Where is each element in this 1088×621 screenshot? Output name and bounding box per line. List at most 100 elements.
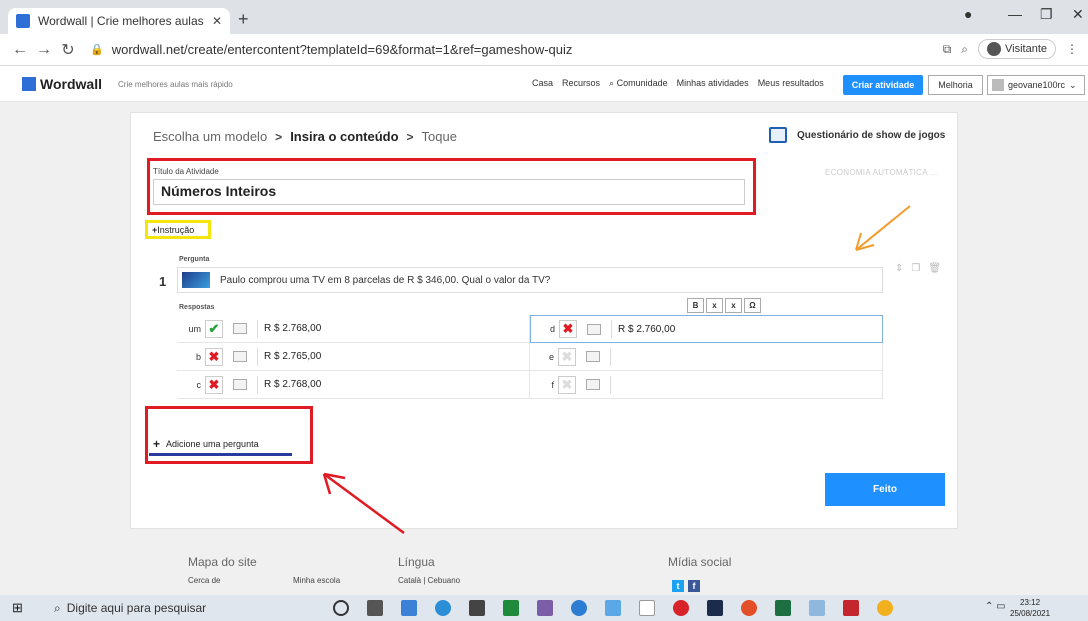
taskbar-search[interactable]: ⌕ Digite aqui para pesquisar bbox=[54, 595, 340, 621]
upgrade-button[interactable]: Melhoria bbox=[928, 75, 983, 95]
wordwall-favicon-icon bbox=[16, 14, 30, 28]
footer-sitemap-title: Mapa do site bbox=[188, 555, 257, 569]
answer-letter: e bbox=[548, 351, 554, 362]
subscript-button[interactable]: x bbox=[706, 298, 723, 313]
user-menu[interactable]: geovane100rc ⌄ bbox=[987, 75, 1085, 95]
notepad-icon[interactable] bbox=[639, 600, 655, 616]
superscript-button[interactable]: x bbox=[725, 298, 742, 313]
cross-icon[interactable]: ✖ bbox=[559, 320, 577, 338]
nav-comunidade[interactable]: ⌕ Comunidade bbox=[609, 78, 668, 89]
lock-icon: 🔒 bbox=[90, 44, 104, 56]
question-actions: ⇕ ❐ 🗑 bbox=[895, 263, 941, 274]
content-editor-card: Escolha um modelo > Insira o conteúdo > … bbox=[130, 112, 958, 529]
answers-grid: um ✔ R $ 2.768,00 b ✖ R $ 2.765,00 c ✖ R… bbox=[177, 315, 883, 399]
annotation-blue-underline bbox=[149, 453, 292, 456]
step-choose-template[interactable]: Escolha um modelo bbox=[153, 129, 267, 144]
clock-date: 25/08/2021 bbox=[1010, 609, 1051, 618]
bold-button[interactable]: B bbox=[687, 298, 704, 313]
cross-icon[interactable]: ✖ bbox=[205, 375, 223, 394]
footer-language-links[interactable]: Català | Cebuano bbox=[398, 576, 460, 585]
image-icon[interactable] bbox=[587, 323, 601, 335]
answer-row: b ✖ R $ 2.765,00 bbox=[177, 343, 530, 371]
visual-studio-icon[interactable] bbox=[537, 600, 553, 616]
windows-start-icon[interactable]: ⊞ bbox=[12, 600, 32, 616]
photoshop-icon[interactable] bbox=[707, 600, 723, 616]
template-name: Questionário de show de jogos bbox=[797, 129, 946, 141]
done-button[interactable]: Feito bbox=[825, 473, 945, 506]
app-icon[interactable] bbox=[843, 600, 859, 616]
nav-recursos[interactable]: Recursos bbox=[562, 78, 600, 89]
answer-input[interactable]: R $ 2.768,00 bbox=[264, 379, 321, 390]
chrome-icon[interactable] bbox=[877, 600, 893, 616]
cortana-icon[interactable] bbox=[333, 600, 349, 616]
question-image-thumbnail[interactable] bbox=[182, 272, 210, 288]
symbol-button[interactable]: Ω bbox=[744, 298, 761, 313]
file-explorer-icon[interactable] bbox=[401, 600, 417, 616]
twitter-icon[interactable]: t bbox=[672, 580, 684, 592]
url-field[interactable]: 🔒 wordwall.net/create/entercontent?templ… bbox=[90, 42, 572, 57]
app-icon[interactable] bbox=[809, 600, 825, 616]
restore-icon[interactable]: ❐ bbox=[1040, 6, 1053, 23]
answer-input[interactable]: R $ 2.768,00 bbox=[264, 323, 321, 334]
tray-icons[interactable]: ⌃ ▭ bbox=[985, 601, 1006, 612]
answer-input[interactable]: R $ 2.765,00 bbox=[264, 351, 321, 362]
cross-icon[interactable]: ✖ bbox=[558, 347, 576, 366]
opera-icon[interactable] bbox=[673, 600, 689, 616]
wordwall-logo[interactable]: Wordwall bbox=[22, 76, 102, 92]
taskbar-search-placeholder: Digite aqui para pesquisar bbox=[66, 601, 207, 615]
close-icon[interactable]: ✕ bbox=[212, 14, 222, 28]
image-icon[interactable] bbox=[233, 351, 247, 362]
image-icon[interactable] bbox=[233, 323, 247, 334]
answer-row: um ✔ R $ 2.768,00 bbox=[177, 315, 530, 343]
excel-icon[interactable] bbox=[775, 600, 791, 616]
ie-icon[interactable] bbox=[571, 600, 587, 616]
nav-casa[interactable]: Casa bbox=[532, 78, 553, 89]
back-icon[interactable]: ← bbox=[8, 41, 32, 59]
image-icon[interactable] bbox=[586, 379, 600, 390]
question-input[interactable]: Paulo comprou uma TV em 8 parcelas de R … bbox=[177, 267, 883, 293]
edge-icon[interactable] bbox=[435, 600, 451, 616]
create-activity-button[interactable]: Criar atividade bbox=[843, 75, 923, 95]
add-question-button[interactable]: + Adicione uma pergunta bbox=[153, 437, 259, 451]
window-close-icon[interactable]: ✕ bbox=[1072, 6, 1084, 23]
image-icon[interactable] bbox=[586, 351, 600, 362]
nav-minhas-atividades[interactable]: Minhas atividades bbox=[677, 78, 749, 89]
minimize-icon[interactable]: — bbox=[1008, 6, 1022, 22]
image-icon[interactable] bbox=[233, 379, 247, 390]
app-icon[interactable] bbox=[503, 600, 519, 616]
answer-letter: um bbox=[188, 323, 201, 334]
clock[interactable]: 23:12 25/08/2021 bbox=[1010, 597, 1050, 619]
cross-icon[interactable]: ✖ bbox=[205, 347, 223, 366]
forward-icon[interactable]: → bbox=[32, 41, 56, 59]
app-icon[interactable] bbox=[741, 600, 757, 616]
app-icon[interactable] bbox=[605, 600, 621, 616]
zoom-icon[interactable]: ⌕ bbox=[961, 42, 968, 57]
check-icon[interactable]: ✔ bbox=[205, 319, 223, 338]
translate-icon[interactable]: ⧉ bbox=[943, 42, 952, 57]
address-bar-actions: ⧉ ⌕ Visitante ⋮ bbox=[943, 39, 1078, 59]
delete-icon[interactable]: 🗑 bbox=[928, 263, 941, 274]
plus-icon: + bbox=[153, 437, 161, 451]
duplicate-icon[interactable]: ❐ bbox=[911, 263, 920, 274]
tagline: Crie melhores aulas mais rápido bbox=[118, 80, 233, 89]
answer-input[interactable]: R $ 2.760,00 bbox=[618, 324, 675, 335]
facebook-icon[interactable]: f bbox=[688, 580, 700, 592]
reload-icon[interactable]: ↻ bbox=[56, 40, 80, 60]
footer-link-my-school[interactable]: Minha escola bbox=[293, 576, 340, 585]
profile-button[interactable]: Visitante bbox=[978, 39, 1056, 59]
step-play[interactable]: Toque bbox=[422, 129, 457, 144]
answer-letter: f bbox=[551, 379, 554, 390]
nav-meus-resultados[interactable]: Meus resultados bbox=[758, 78, 824, 89]
profile-dot-icon[interactable]: ● bbox=[964, 6, 972, 22]
move-icon[interactable]: ⇕ bbox=[895, 263, 903, 274]
browser-tab[interactable]: Wordwall | Crie melhores aulas m ✕ bbox=[8, 8, 230, 34]
footer-link-about[interactable]: Cerca de bbox=[188, 576, 220, 585]
kebab-menu-icon[interactable]: ⋮ bbox=[1066, 42, 1078, 56]
task-view-icon[interactable] bbox=[367, 600, 383, 616]
template-badge[interactable]: Questionário de show de jogos bbox=[769, 127, 945, 143]
new-tab-icon[interactable]: + bbox=[238, 9, 249, 30]
store-icon[interactable] bbox=[469, 600, 485, 616]
cross-icon[interactable]: ✖ bbox=[558, 375, 576, 394]
footer-language-title: Língua bbox=[398, 555, 435, 569]
user-avatar-icon bbox=[992, 79, 1004, 91]
